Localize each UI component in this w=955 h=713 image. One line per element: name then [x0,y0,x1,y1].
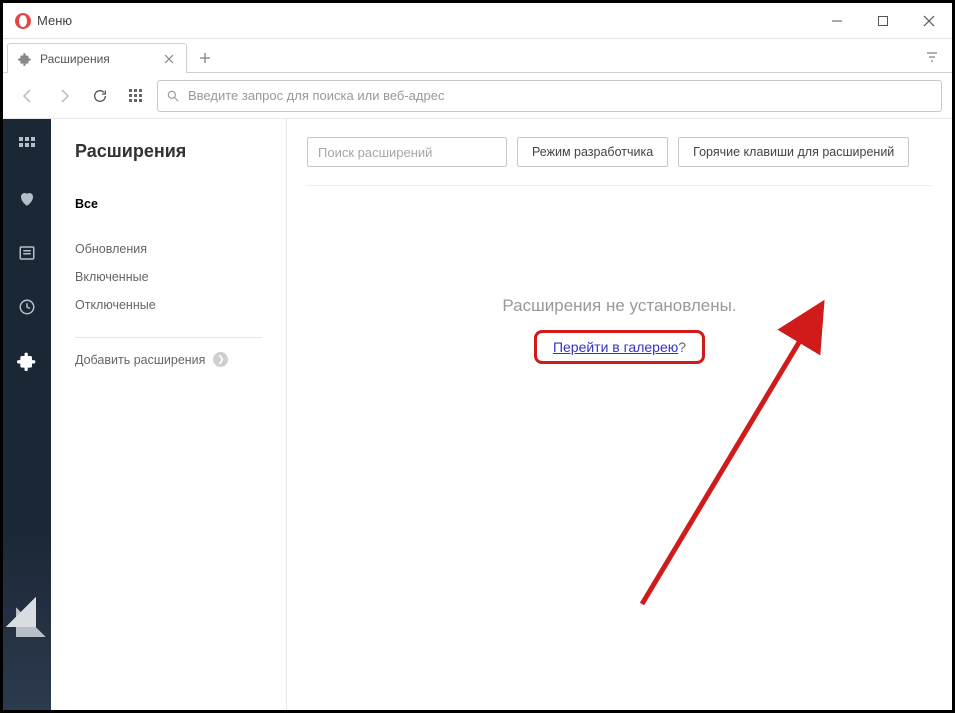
left-pane: Расширения Все Обновления Включенные Отк… [51,119,287,710]
window-minimize-button[interactable] [814,3,860,39]
dark-sidebar [3,119,51,710]
toolbar [3,73,952,119]
filter-updates[interactable]: Обновления [75,235,262,263]
speed-dial-button[interactable] [121,81,151,111]
plus-icon [199,52,211,64]
window-close-button[interactable] [906,3,952,39]
close-icon [164,54,174,64]
heart-icon [18,190,36,208]
add-extensions-link[interactable]: Добавить расширения ❯ [75,352,262,367]
puzzle-icon [17,351,37,371]
sidebar-extensions[interactable] [11,345,43,377]
minimize-icon [831,15,843,27]
menu-button[interactable]: Меню [3,3,84,38]
main-pane: Режим разработчика Горячие клавиши для р… [287,119,952,710]
empty-state: Расширения не установлены. Перейти в гал… [307,296,932,364]
window-maximize-button[interactable] [860,3,906,39]
chevron-right-icon [56,88,72,104]
sidebar-news[interactable] [11,237,43,269]
filter-disabled[interactable]: Отключенные [75,291,262,319]
go-to-gallery-link[interactable]: Перейти в галерею [553,339,678,355]
filter-list: Все Обновления Включенные Отключенные [75,190,262,319]
maximize-icon [877,15,889,27]
tabbar-menu-button[interactable] [912,42,952,72]
sidebar-bookmarks[interactable] [11,183,43,215]
empty-state-title: Расширения не установлены. [307,296,932,316]
workspace: Расширения Все Обновления Включенные Отк… [3,119,952,710]
page-title: Расширения [75,141,262,162]
puzzle-icon [18,52,32,66]
hotkeys-button[interactable]: Горячие клавиши для расширений [678,137,909,167]
menu-label: Меню [37,13,72,28]
chevron-left-icon [20,88,36,104]
forward-button[interactable] [49,81,79,111]
tab-close-button[interactable] [160,54,178,64]
filter-icon [925,50,939,64]
address-input[interactable] [188,88,933,103]
gallery-question-mark: ? [678,339,686,355]
gallery-callout: Перейти в галерею? [534,330,705,364]
titlebar: Меню [3,3,952,39]
action-row: Режим разработчика Горячие клавиши для р… [307,137,932,186]
addressbar[interactable] [157,80,942,112]
sidebar-speed-dial[interactable] [11,129,43,161]
tab-title: Расширения [40,52,160,66]
clock-icon [18,298,36,316]
chevron-right-icon: ❯ [213,352,228,367]
developer-mode-button[interactable]: Режим разработчика [517,137,668,167]
filter-all[interactable]: Все [75,190,262,235]
tab-extensions[interactable]: Расширения [7,43,187,73]
new-tab-button[interactable] [191,44,219,72]
search-extensions-input[interactable] [307,137,507,167]
close-icon [923,15,935,27]
reload-button[interactable] [85,81,115,111]
add-extensions-label: Добавить расширения [75,353,205,367]
reload-icon [92,88,108,104]
grid-icon [128,88,144,104]
search-icon [166,89,180,103]
divider [75,337,262,338]
back-button[interactable] [13,81,43,111]
tabbar: Расширения [3,39,952,73]
grid-icon [18,136,36,154]
filter-enabled[interactable]: Включенные [75,263,262,291]
sidebar-history[interactable] [11,291,43,323]
opera-logo-icon [15,13,31,29]
news-icon [18,244,36,262]
